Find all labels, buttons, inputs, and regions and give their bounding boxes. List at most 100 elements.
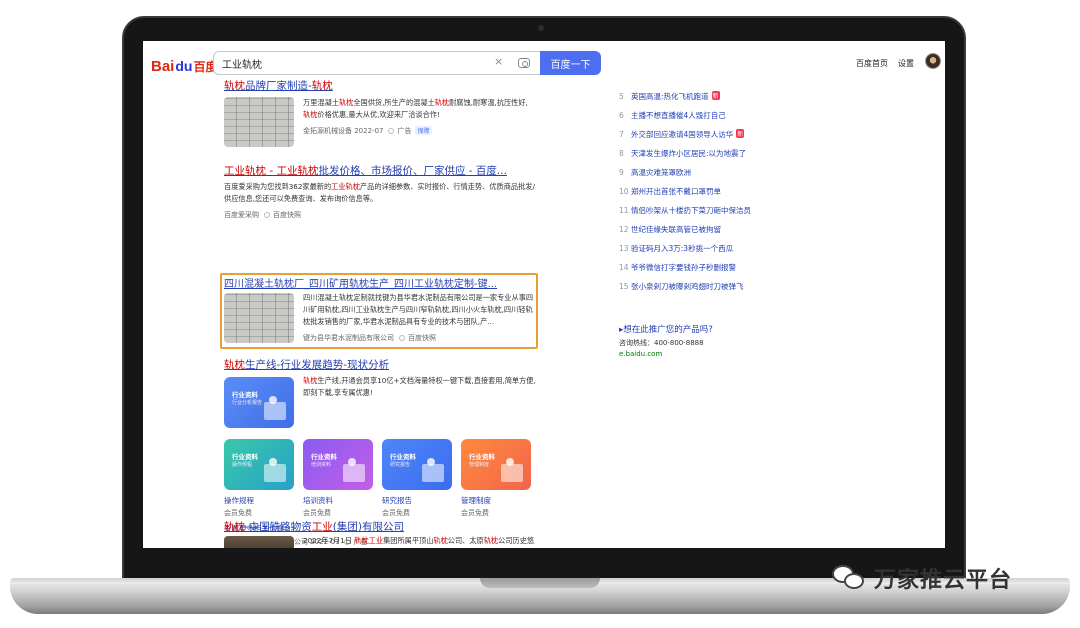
result-3-title[interactable]: 四川混凝土轨枕厂_四川矿用轨枕生产_四川工业轨枕定制-键... [224, 275, 497, 290]
hot-item[interactable]: 15 张小泉剁刀被曝剁鸡翅时刀被弹飞 [619, 281, 744, 292]
title-highlight: 工业轨枕 - [224, 165, 277, 177]
home-link[interactable]: 百度首页 [856, 58, 888, 69]
card-sub: 研究报告 [390, 462, 411, 468]
hot-item[interactable]: 12 世纪佳缘失联高管已被拘留 [619, 224, 721, 235]
snip: 生产线,开通会员享10亿+文档海量特权一键下载,直接套用,简单方便, [317, 376, 536, 385]
camera-icon[interactable] [518, 58, 530, 68]
new-badge: 新 [736, 129, 745, 138]
webcam [538, 25, 544, 31]
result-2-title[interactable]: 工业轨枕 - 工业轨枕批发价格、市场报价、厂家供应 - 百度... [224, 163, 507, 178]
card-label: 行业资料 [311, 453, 337, 461]
wechat-icon [832, 563, 866, 593]
baidu-logo[interactable]: Bai du 百度 [151, 55, 217, 77]
title-highlight: 轨枕 [224, 80, 245, 92]
industry-card-2[interactable]: 行业资料 培训资料 [303, 439, 373, 490]
snip: 产品的详细参数、实时报价、行情走势、优质商品批发/ [359, 182, 535, 191]
ad-label: 广告 [397, 127, 412, 135]
hot-text: 英国高温:热化飞机跑道 [631, 92, 709, 101]
hot-item[interactable]: 7 外交部回应邀请4国领导人访华新 [619, 129, 745, 140]
snip-hl: 轨枕 [303, 376, 318, 385]
results-area: 轨枕品牌厂家制造-轨枕 万里混凝土轨枕全国供货,所生产的混凝土轨枕耐腐蚀,耐寒温… [143, 80, 945, 548]
source[interactable]: 键为县华君水泥制品有限公司 [303, 334, 394, 342]
source[interactable]: 百度爱采购 [224, 211, 259, 219]
title-highlight: 轨枕 [224, 359, 245, 371]
hot-item[interactable]: 9 高温灾难笼罩欧洲 [619, 167, 691, 178]
snip: 耐腐蚀,耐寒温,抗压性好, [449, 98, 528, 107]
snip: 集团所属平顶山 [383, 536, 434, 545]
industry-card-3[interactable]: 行业资料 研究报告 [382, 439, 452, 490]
card-label: 行业资料 [390, 453, 416, 461]
snapshot-link[interactable]: 百度快照 [273, 211, 301, 219]
hot-rank: 10 [619, 187, 629, 196]
logo-bai: Bai [151, 57, 175, 75]
hot-rank: 6 [619, 111, 624, 120]
result-5-title[interactable]: 轨枕-中国铁路物资工业(集团)有限公司 [224, 519, 404, 534]
title-highlight: 工业轨枕 [276, 165, 319, 177]
industry-card-4[interactable]: 行业资料 管理制度 [461, 439, 531, 490]
snapshot-link[interactable]: 百度快照 [408, 334, 436, 342]
result-5-thumbnail[interactable] [224, 536, 294, 548]
member-free-label: 会员免费 [224, 509, 252, 517]
snip: 万里混凝土 [303, 98, 339, 107]
category-link[interactable]: 管理制度 [461, 495, 491, 506]
search-box: × [213, 51, 540, 75]
hot-item[interactable]: 8 天津发生爆炸小区居民:以为地震了 [619, 148, 746, 159]
promo-hotline: 咨询热线：400-800-8888 [619, 339, 704, 347]
hot-item[interactable]: 13 验证码月入3万:3秒挑一个西瓜 [619, 243, 733, 254]
member-free-label: 会员免费 [461, 509, 489, 517]
snip: 百度爱采购为您找到362家最新的 [224, 182, 332, 191]
hot-text: 外交部回应邀请4国领导人访华 [631, 130, 734, 139]
snip-hl: 轨枕 [483, 536, 499, 545]
result-1-meta: 金拓源机械设备 2022-07 广告 保障 [303, 126, 432, 136]
hot-rank: 15 [619, 282, 629, 291]
category-link[interactable]: 操作规程 [224, 495, 254, 506]
result-3-thumbnail[interactable] [224, 293, 294, 343]
result-4-title[interactable]: 轨枕生产线-行业发展趋势-现状分析 [224, 357, 389, 372]
search-input[interactable] [222, 55, 482, 71]
clear-icon[interactable]: × [494, 55, 503, 68]
card-label: 行业资料 [232, 453, 258, 461]
result-3-snippet: 四川混凝土轨枕定制就找键为县华君水泥制品有限公司是一家专业从事四 川矿用轨枕,四… [303, 292, 535, 328]
snip: 供应信息,您还可以免费查询、发布询价信息等。 [224, 194, 378, 203]
result-1-thumbnail[interactable] [224, 97, 294, 147]
result-1-title[interactable]: 轨枕品牌厂家制造-轨枕 [224, 78, 333, 93]
source[interactable]: 金拓源机械设备 2022-07 [303, 127, 383, 135]
hot-rank: 7 [619, 130, 624, 139]
hot-item[interactable]: 11 情侣吵架从十楼扔下菜刀砸中保洁员 [619, 205, 751, 216]
laptop-mockup: Bai du 百度 × 百度一下 百度首页 设置 轨枕品牌厂家制造-轨枕 万里混… [0, 0, 1080, 628]
hot-rank: 5 [619, 92, 624, 101]
snip: 四川混凝土轨枕定制就找键为县华君水泥制品有限公司是一家专业从事四 [303, 293, 534, 302]
hot-text: 验证码月入3万:3秒挑一个西瓜 [631, 244, 734, 253]
result-2-meta: 百度爱采购 百度快照 [224, 210, 301, 220]
hot-rank: 9 [619, 168, 624, 177]
industry-card-main[interactable]: 行业资料 行业分析报告 [224, 377, 294, 428]
card-sub: 操作规程 [232, 462, 253, 468]
hot-item[interactable]: 14 爷爷微信打字要钱孙子秒删报警 [619, 262, 736, 273]
category-link[interactable]: 研究报告 [382, 495, 412, 506]
hot-item[interactable]: 6 主播不想直播催4人毁打自己 [619, 110, 726, 121]
industry-card-1[interactable]: 行业资料 操作规程 [224, 439, 294, 490]
hot-item[interactable]: 10 郑州开出首张不戴口罩罚单 [619, 186, 721, 197]
result-4-snippet: 轨枕生产线,开通会员享10亿+文档海量特权一键下载,直接套用,简单方便, 即刻下… [303, 375, 543, 399]
snip: 枕批发销售的厂家,华君水泥制品具有专业的技术与团队,产... [303, 317, 495, 326]
card-label: 行业资料 [232, 391, 258, 399]
title-highlight: 轨枕 [311, 80, 333, 92]
category-link[interactable]: 培训资料 [303, 495, 333, 506]
search-button[interactable]: 百度一下 [540, 51, 601, 75]
hot-item[interactable]: 5 英国高温:热化飞机跑道新 [619, 91, 720, 102]
snip: 公司、太原 [447, 536, 484, 545]
avatar[interactable] [925, 53, 941, 69]
watermark-text: 万家推云平台 [874, 568, 1013, 593]
base-notch [480, 578, 600, 588]
snip: 公司历史悠 [498, 536, 535, 545]
hot-text: 郑州开出首张不戴口罩罚单 [631, 187, 721, 196]
promo-link[interactable]: ▸想在此推广您的产品吗? [619, 323, 713, 335]
hot-text: 张小泉剁刀被曝剁鸡翅时刀被弹飞 [631, 282, 744, 291]
hot-rank: 12 [619, 225, 629, 234]
settings-link[interactable]: 设置 [898, 58, 914, 69]
hot-text: 高温灾难笼罩欧洲 [631, 168, 691, 177]
title-text: 品牌厂家制造- [245, 80, 312, 92]
snip-hl: 轨枕 [434, 98, 450, 107]
shield-badge: 保障 [415, 126, 432, 135]
promo-url[interactable]: e.baidu.com [619, 350, 662, 358]
